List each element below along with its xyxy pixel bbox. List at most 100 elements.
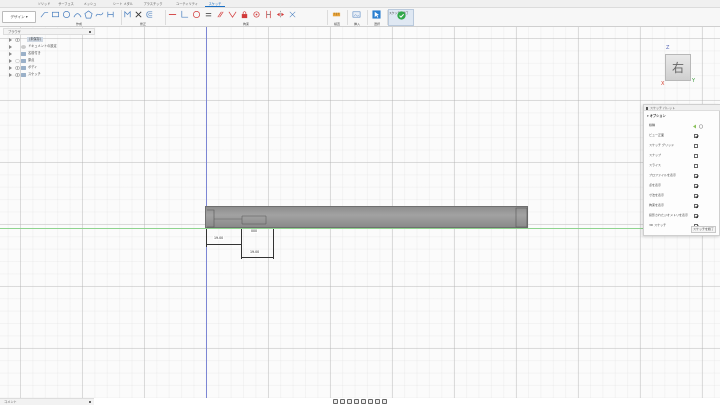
small-dimension-label[interactable]: 000 <box>250 229 259 233</box>
select-group-label[interactable]: 選択 <box>368 22 386 26</box>
eye-icon[interactable] <box>14 37 21 42</box>
text-icon[interactable] <box>123 10 132 19</box>
polygon-icon[interactable] <box>84 10 93 19</box>
show-constraints-checkbox[interactable] <box>694 204 698 208</box>
circle-icon[interactable] <box>62 10 71 19</box>
orbit-icon[interactable] <box>333 399 338 404</box>
linetype-buttons[interactable] <box>692 124 704 130</box>
expand-arrow-icon[interactable] <box>9 51 12 56</box>
fit-icon[interactable] <box>361 399 366 404</box>
trim-icon[interactable] <box>134 10 143 19</box>
palette-row-sketch-grid[interactable]: スケッチ グリッド <box>644 141 720 151</box>
tangent-icon[interactable] <box>252 10 261 19</box>
browser-item-origin[interactable]: 原点 <box>3 57 95 64</box>
dimension-19-second[interactable]: 19.00 <box>249 250 261 254</box>
eye-icon[interactable] <box>14 58 21 63</box>
eye-icon[interactable] <box>14 65 21 70</box>
constraint-perpendicular-icon[interactable] <box>180 10 189 19</box>
browser-header[interactable]: ブラウザ <box>3 28 95 35</box>
pin-icon[interactable] <box>89 31 91 33</box>
line-icon[interactable] <box>40 10 49 19</box>
browser-item-bodies[interactable]: ボディ <box>3 64 95 71</box>
palette-row-show-points[interactable]: 点を表示 <box>644 181 720 191</box>
select-icon[interactable] <box>372 10 381 19</box>
insert-group-label[interactable]: 挿入 <box>348 22 366 26</box>
palette-row-show-dimensions[interactable]: 寸法を表示 <box>644 191 720 201</box>
palette-row-show-profile[interactable]: プロファイルを表示 <box>644 171 720 181</box>
sketch-profile-body[interactable] <box>205 206 528 228</box>
browser-item-named-views[interactable]: 名前付き <box>3 50 95 57</box>
grid-settings-icon[interactable] <box>375 399 380 404</box>
options-section-header[interactable]: ▾ オプション <box>647 113 666 119</box>
browser-item-document-settings[interactable]: ドキュメントの設定 <box>3 43 95 50</box>
y-axis-label: Y <box>692 78 696 84</box>
midpoint-icon[interactable] <box>264 10 273 19</box>
view-cube-right-face[interactable]: 右 <box>665 54 691 81</box>
rectangle-icon[interactable] <box>51 10 60 19</box>
constraints-group-label[interactable]: 拘束 <box>166 22 326 26</box>
fix-icon[interactable] <box>288 10 297 19</box>
palette-row-linetype: 線種 <box>644 121 720 131</box>
measure-icon[interactable] <box>332 10 341 19</box>
palette-finish-sketch-button[interactable]: スケッチを終了 <box>691 226 716 233</box>
expand-arrow-icon[interactable] <box>9 58 12 63</box>
palette-row-show-constraints[interactable]: 拘束を表示 <box>644 201 720 211</box>
drag-handle-icon[interactable] <box>646 106 648 110</box>
look-at-checkbox[interactable] <box>694 134 698 138</box>
palette-row-slice[interactable]: スライス <box>644 161 720 171</box>
parallel-icon[interactable] <box>216 10 225 19</box>
finish-sketch-button[interactable]: スケッチを終了 <box>388 9 414 26</box>
tab-solid[interactable]: ソリッド <box>36 1 52 7</box>
equal-icon[interactable] <box>204 10 213 19</box>
sketch-grid-checkbox[interactable] <box>694 144 698 148</box>
look-at-icon[interactable] <box>340 399 345 404</box>
browser-item-sketches[interactable]: スケッチ <box>3 71 95 78</box>
show-points-checkbox[interactable] <box>694 184 698 188</box>
zoom-icon[interactable] <box>354 399 359 404</box>
sketch-palette-header[interactable]: スケッチ パレット <box>644 105 720 111</box>
symmetry-icon[interactable] <box>276 10 285 19</box>
pan-icon[interactable] <box>347 399 352 404</box>
tab-mesh[interactable]: メッシュ <box>82 1 98 7</box>
expand-arrow-icon[interactable] <box>9 44 12 49</box>
spline-icon[interactable] <box>95 10 104 19</box>
tab-surface[interactable]: サーフェス <box>56 1 76 7</box>
comments-panel[interactable]: コメント <box>0 398 94 405</box>
constraint-circle-icon[interactable] <box>192 10 201 19</box>
expand-arrow-icon[interactable] <box>9 72 12 77</box>
create-group-label[interactable]: 作成 <box>38 22 120 26</box>
inspect-group-label[interactable]: 検査 <box>328 22 346 26</box>
modify-group-label[interactable]: 修正 <box>122 22 164 26</box>
show-profile-checkbox[interactable] <box>694 174 698 178</box>
tab-plastic[interactable]: プラスチック <box>142 1 164 7</box>
expand-arrow-icon[interactable] <box>9 65 12 70</box>
slot-icon[interactable] <box>106 10 115 19</box>
offset-icon[interactable] <box>145 10 154 19</box>
viewports-icon[interactable] <box>382 399 387 404</box>
snap-checkbox[interactable] <box>694 154 698 158</box>
pin-icon[interactable] <box>89 401 91 403</box>
tab-utilities[interactable]: ユーティリティ <box>174 1 200 7</box>
palette-row-snap[interactable]: スナップ <box>644 151 720 161</box>
palette-row-show-projected-geometry[interactable]: 投影されたジオメトリを表示 <box>644 211 720 221</box>
palette-row-look-at[interactable]: ビュー正面 <box>644 131 720 141</box>
eye-icon[interactable] <box>14 72 21 77</box>
constraint-horizontal-icon[interactable] <box>168 10 177 19</box>
collinear-icon[interactable] <box>228 10 237 19</box>
expand-arrow-icon[interactable] <box>9 37 12 42</box>
tab-sheet-metal[interactable]: シート メタル <box>110 1 136 7</box>
browser-item-root[interactable]: (未保存) <box>3 36 95 43</box>
insert-image-icon[interactable] <box>352 10 361 19</box>
arc-icon[interactable] <box>73 10 82 19</box>
view-cube[interactable]: Z 右 X Y <box>658 45 698 90</box>
palette-row-label: 拘束を表示 <box>649 203 665 207</box>
show-dimensions-checkbox[interactable] <box>694 194 698 198</box>
workspace-label: デザイン <box>10 15 25 19</box>
tab-sketch[interactable]: スケッチ <box>205 1 225 7</box>
slice-checkbox[interactable] <box>694 164 698 168</box>
show-projected-geometry-checkbox[interactable] <box>694 214 698 218</box>
display-settings-icon[interactable] <box>368 399 373 404</box>
dimension-19-first[interactable]: 19.00 <box>213 236 225 240</box>
lock-icon[interactable] <box>240 10 249 19</box>
workspace-switcher-button[interactable]: デザイン ▾ <box>2 11 36 23</box>
